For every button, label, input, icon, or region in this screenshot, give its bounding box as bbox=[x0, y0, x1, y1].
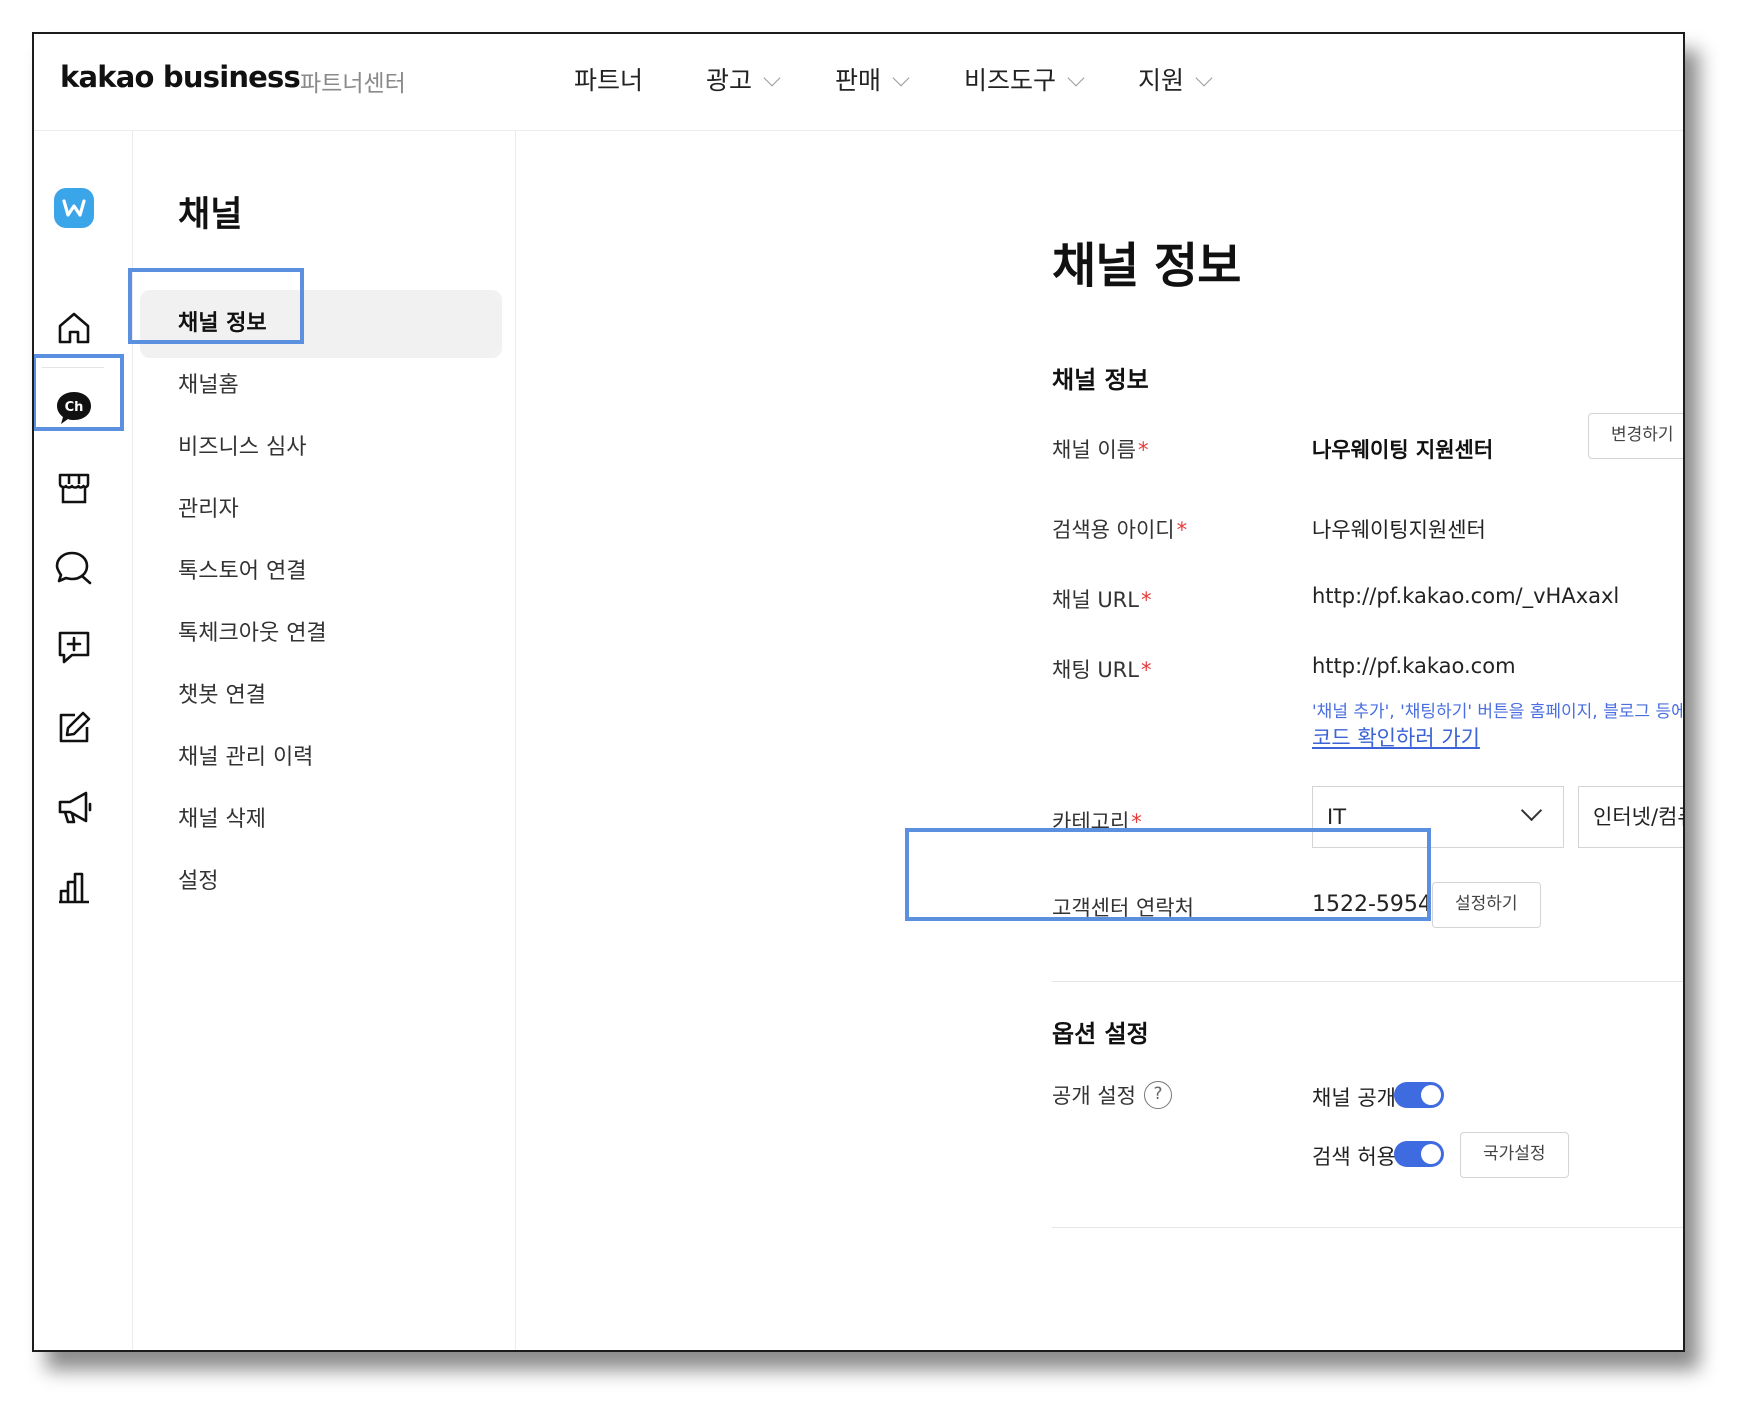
megaphone-icon[interactable] bbox=[52, 786, 96, 830]
change-name-button[interactable]: 변경하기 bbox=[1588, 413, 1683, 459]
chat-url-value[interactable]: http://pf.kakao.com bbox=[1312, 654, 1516, 678]
search-allowed-toggle[interactable] bbox=[1394, 1141, 1444, 1167]
subnav-item-business-review[interactable]: 비즈니스 심사 bbox=[140, 414, 502, 482]
menu-support-label: 지원 bbox=[1138, 66, 1185, 95]
subnav-item-talkstore[interactable]: 톡스토어 연결 bbox=[140, 538, 502, 606]
menu-partner[interactable]: 파트너 bbox=[574, 61, 643, 97]
menu-sales[interactable]: 판매 bbox=[835, 61, 910, 97]
section-divider bbox=[1052, 1227, 1683, 1228]
view-code-link[interactable]: 코드 확인하러 가기 bbox=[1312, 722, 1480, 752]
channel-url-value[interactable]: http://pf.kakao.com/_vHAxaxl bbox=[1312, 584, 1619, 608]
required-mark: * bbox=[1140, 658, 1152, 682]
subnav-title: 채널 bbox=[178, 195, 243, 235]
menu-ads-label: 광고 bbox=[706, 66, 753, 95]
menu-ads[interactable]: 광고 bbox=[706, 61, 781, 97]
chat-url-label: 채팅 URL* bbox=[1052, 658, 1152, 682]
subnav-item-talkcheckout[interactable]: 톡체크아웃 연결 bbox=[140, 600, 502, 668]
category-secondary-value: 인터넷/컴퓨 bbox=[1593, 805, 1683, 829]
channel-name-label: 채널 이름* bbox=[1052, 438, 1149, 462]
top-navigation: kakao business 파트너센터 파트너 광고 판매 비즈도구 지원 bbox=[34, 34, 1683, 131]
subnav-item-history[interactable]: 채널 관리 이력 bbox=[140, 724, 502, 792]
set-contact-button[interactable]: 설정하기 bbox=[1432, 882, 1541, 928]
menu-partner-label: 파트너 bbox=[574, 66, 644, 95]
menu-biztools[interactable]: 비즈도구 bbox=[964, 61, 1085, 97]
highlight-contact-row bbox=[905, 828, 1431, 921]
partner-center-label: 파트너센터 bbox=[300, 71, 406, 97]
stats-icon[interactable] bbox=[52, 866, 96, 910]
subnav-item-settings[interactable]: 설정 bbox=[140, 848, 502, 916]
chevron-down-icon bbox=[892, 69, 910, 87]
subnav-item-managers[interactable]: 관리자 bbox=[140, 476, 502, 544]
channel-url-label: 채널 URL* bbox=[1052, 588, 1152, 612]
main-content: 채널 정보 채널 정보 채널 이름* 나우웨이팅 지원센터 변경하기 검색용 아… bbox=[516, 130, 1685, 1350]
home-icon[interactable] bbox=[52, 306, 96, 350]
help-icon[interactable]: ? bbox=[1143, 1081, 1172, 1109]
subnav-item-delete[interactable]: 채널 삭제 bbox=[140, 786, 502, 854]
page-title: 채널 정보 bbox=[1052, 238, 1241, 294]
edit-icon[interactable] bbox=[52, 706, 96, 750]
required-mark: * bbox=[1137, 438, 1149, 462]
section-title-info: 채널 정보 bbox=[1052, 366, 1149, 394]
menu-sales-label: 판매 bbox=[835, 66, 882, 95]
search-id-label: 검색용 아이디* bbox=[1052, 518, 1188, 542]
store-icon[interactable] bbox=[52, 466, 96, 510]
subnav-item-channel-home[interactable]: 채널홈 bbox=[140, 352, 502, 420]
category-select-secondary[interactable]: 인터넷/컴퓨 bbox=[1578, 786, 1683, 848]
chevron-down-icon bbox=[1067, 69, 1085, 87]
toggle-knob bbox=[1421, 1085, 1441, 1105]
workspace-icon[interactable] bbox=[52, 186, 96, 230]
required-mark: * bbox=[1140, 588, 1152, 612]
section-title-options: 옵션 설정 bbox=[1052, 1020, 1149, 1048]
highlight-subnav-channel-info bbox=[128, 268, 304, 344]
chevron-down-icon bbox=[763, 69, 781, 87]
icon-rail: Ch bbox=[34, 130, 133, 1350]
category-primary-value: IT bbox=[1327, 805, 1347, 829]
toggle-knob bbox=[1421, 1144, 1441, 1164]
public-setting-label: 공개 설정? bbox=[1052, 1080, 1172, 1111]
menu-biztools-label: 비즈도구 bbox=[964, 66, 1057, 95]
channel-name-value: 나우웨이팅 지원센터 bbox=[1312, 438, 1494, 462]
kakao-business-logo[interactable]: kakao business bbox=[60, 60, 301, 94]
channel-public-label: 채널 공개 bbox=[1312, 1086, 1396, 1110]
subnav-item-chatbot[interactable]: 챗봇 연결 bbox=[140, 662, 502, 730]
add-chat-icon[interactable] bbox=[52, 626, 96, 670]
country-setting-button[interactable]: 국가설정 bbox=[1460, 1132, 1569, 1178]
required-mark: * bbox=[1176, 518, 1188, 542]
search-allowed-label: 검색 허용 bbox=[1312, 1145, 1396, 1169]
highlight-rail-channel bbox=[34, 354, 124, 431]
channel-public-toggle[interactable] bbox=[1394, 1082, 1444, 1108]
chat-icon[interactable] bbox=[52, 546, 96, 590]
chevron-down-icon bbox=[1195, 69, 1213, 87]
chat-url-note: '채널 추가', '채팅하기' 버튼을 홈페이지, 블로그 등에 노출 bbox=[1312, 702, 1685, 722]
app-window: kakao business 파트너센터 파트너 광고 판매 비즈도구 지원 C… bbox=[32, 32, 1685, 1352]
section-divider bbox=[1052, 981, 1683, 982]
search-id-value: 나우웨이팅지원센터 bbox=[1312, 518, 1486, 542]
chevron-down-icon bbox=[1520, 799, 1543, 822]
menu-support[interactable]: 지원 bbox=[1138, 61, 1213, 97]
